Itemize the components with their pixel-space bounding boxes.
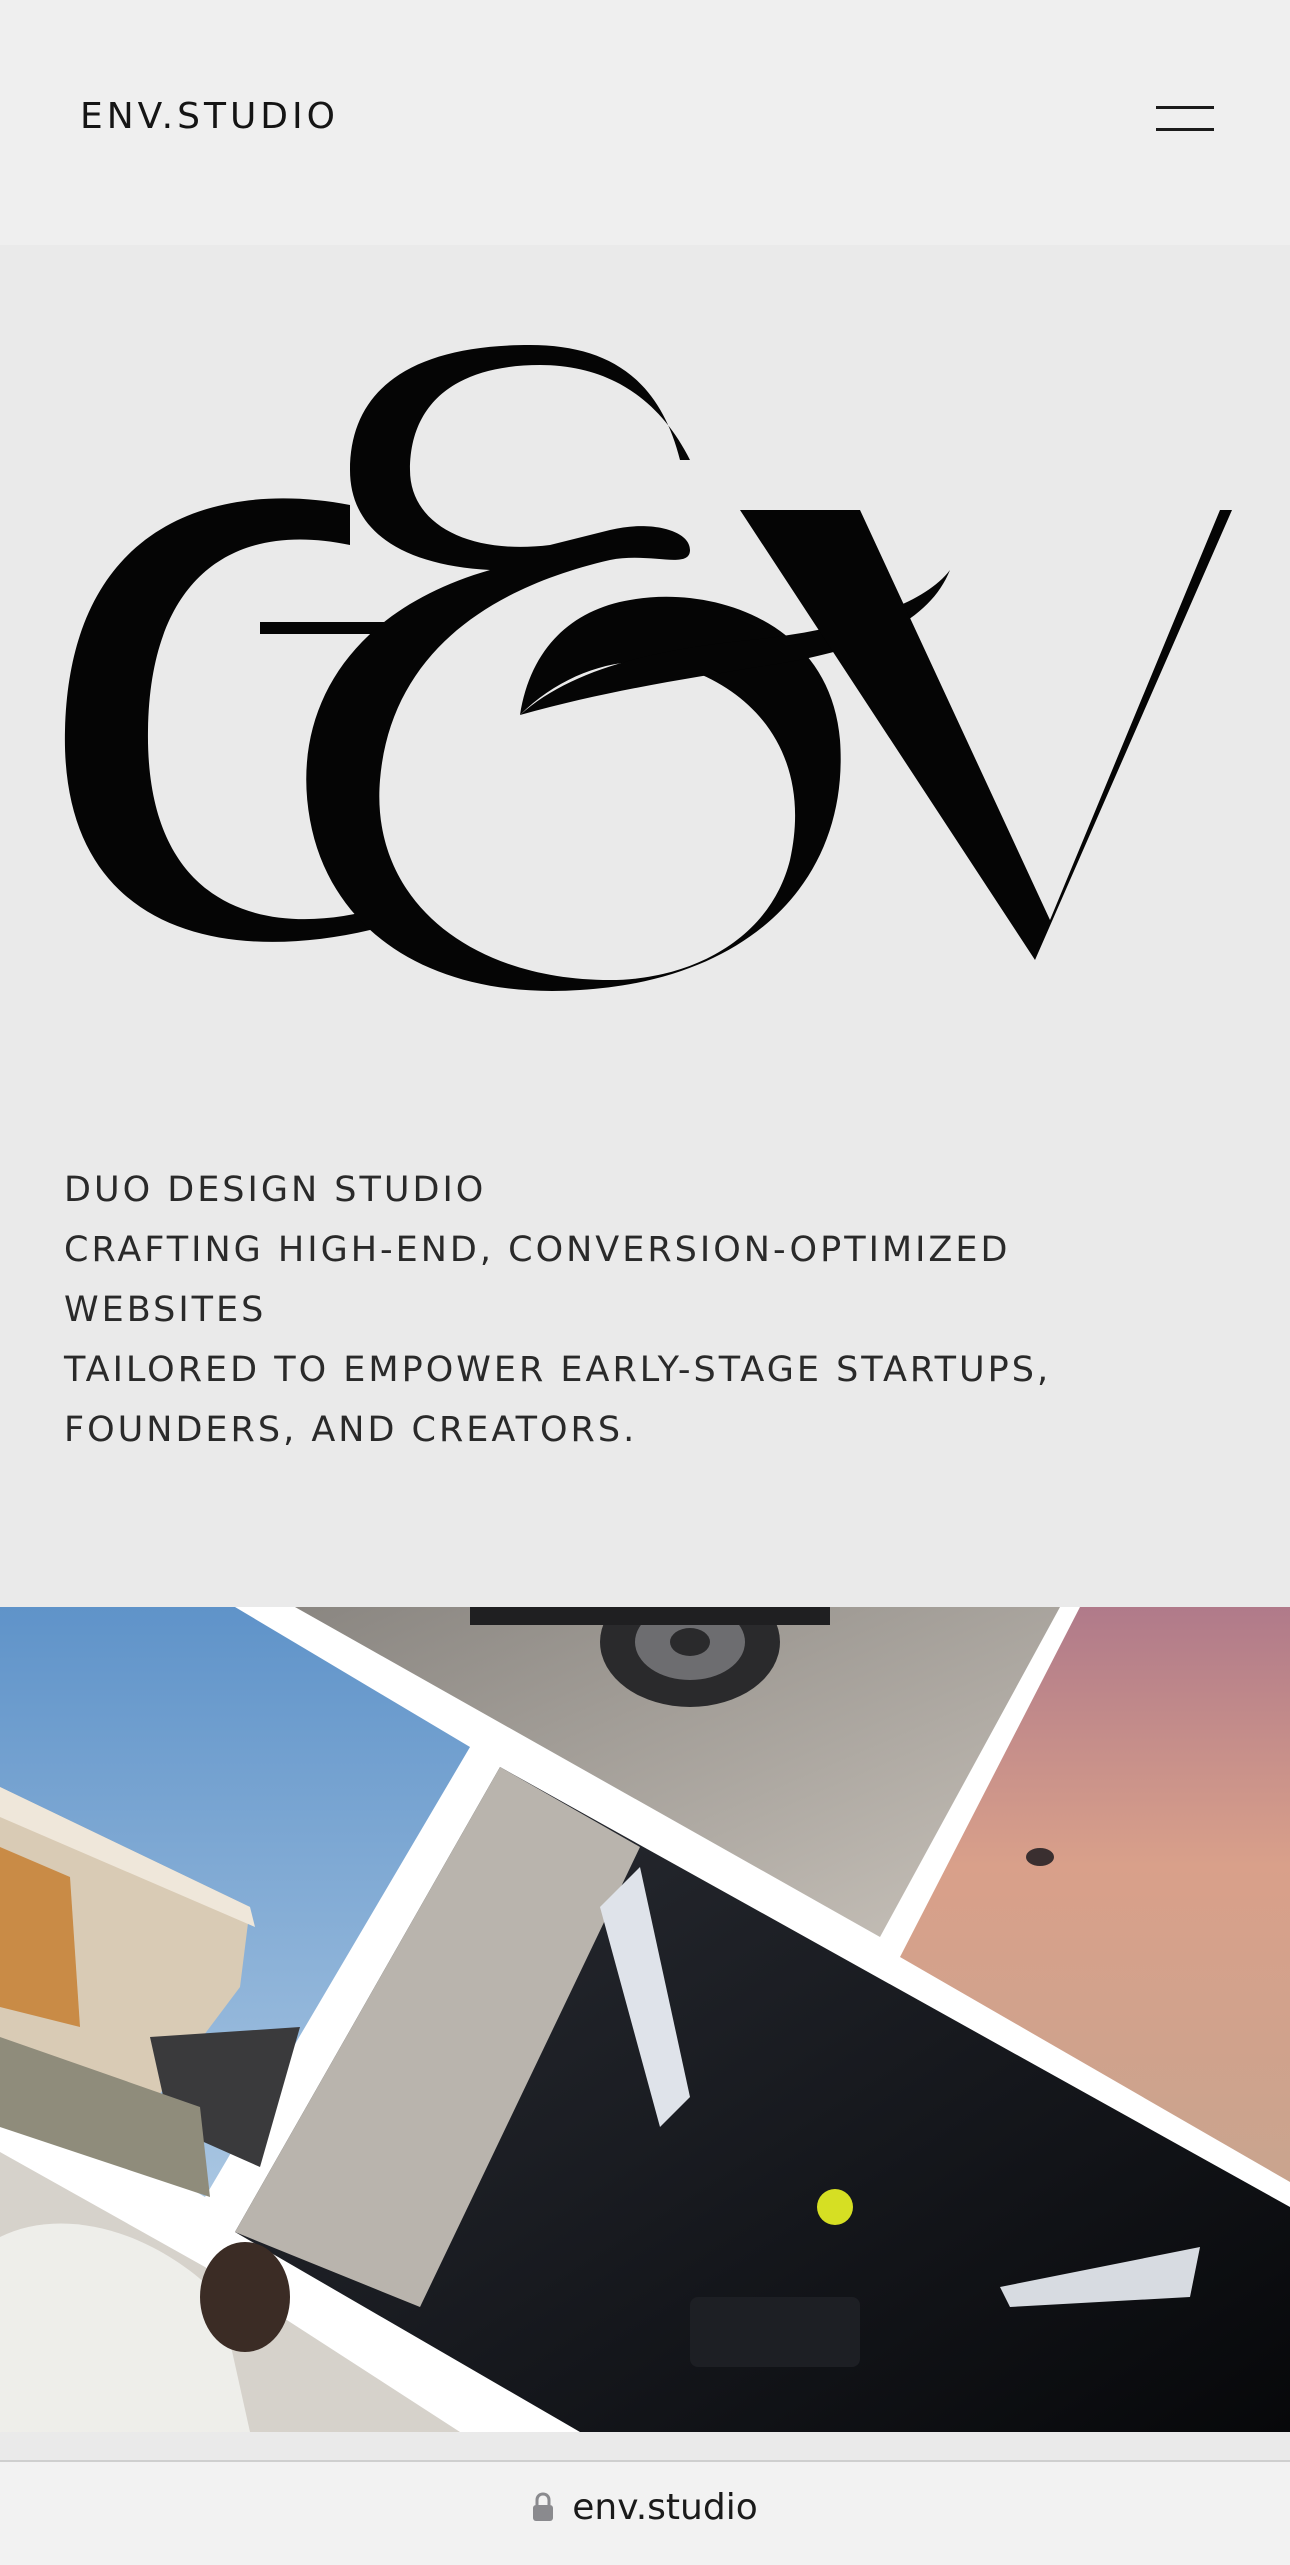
site-header: ENV.STUDIO	[0, 0, 1290, 245]
hamburger-icon-line	[1156, 128, 1214, 131]
tagline-line: FOUNDERS, AND CREATORS.	[64, 1410, 638, 1450]
tagline-line: CRAFTING HIGH-END, CONVERSION-OPTIMIZED	[64, 1230, 1011, 1270]
url-text: env.studio	[572, 2486, 758, 2528]
env-monogram-logo	[64, 345, 1232, 991]
tagline-line: DUO DESIGN STUDIO	[64, 1170, 487, 1210]
hero-tagline: DUO DESIGN STUDIO CRAFTING HIGH-END, CON…	[64, 1160, 1234, 1460]
browser-address-bar: env.studio	[0, 2460, 1290, 2565]
hamburger-icon	[1156, 106, 1214, 109]
menu-button[interactable]	[1150, 96, 1216, 140]
tagline-line: WEBSITES	[64, 1290, 267, 1330]
brand-logo-text[interactable]: ENV.STUDIO	[80, 96, 339, 137]
photo-collage	[0, 1607, 1290, 2432]
url-display[interactable]: env.studio	[0, 2482, 1290, 2532]
lock-icon	[533, 2492, 554, 2521]
tagline-line: TAILORED TO EMPOWER EARLY-STAGE STARTUPS…	[64, 1350, 1052, 1390]
